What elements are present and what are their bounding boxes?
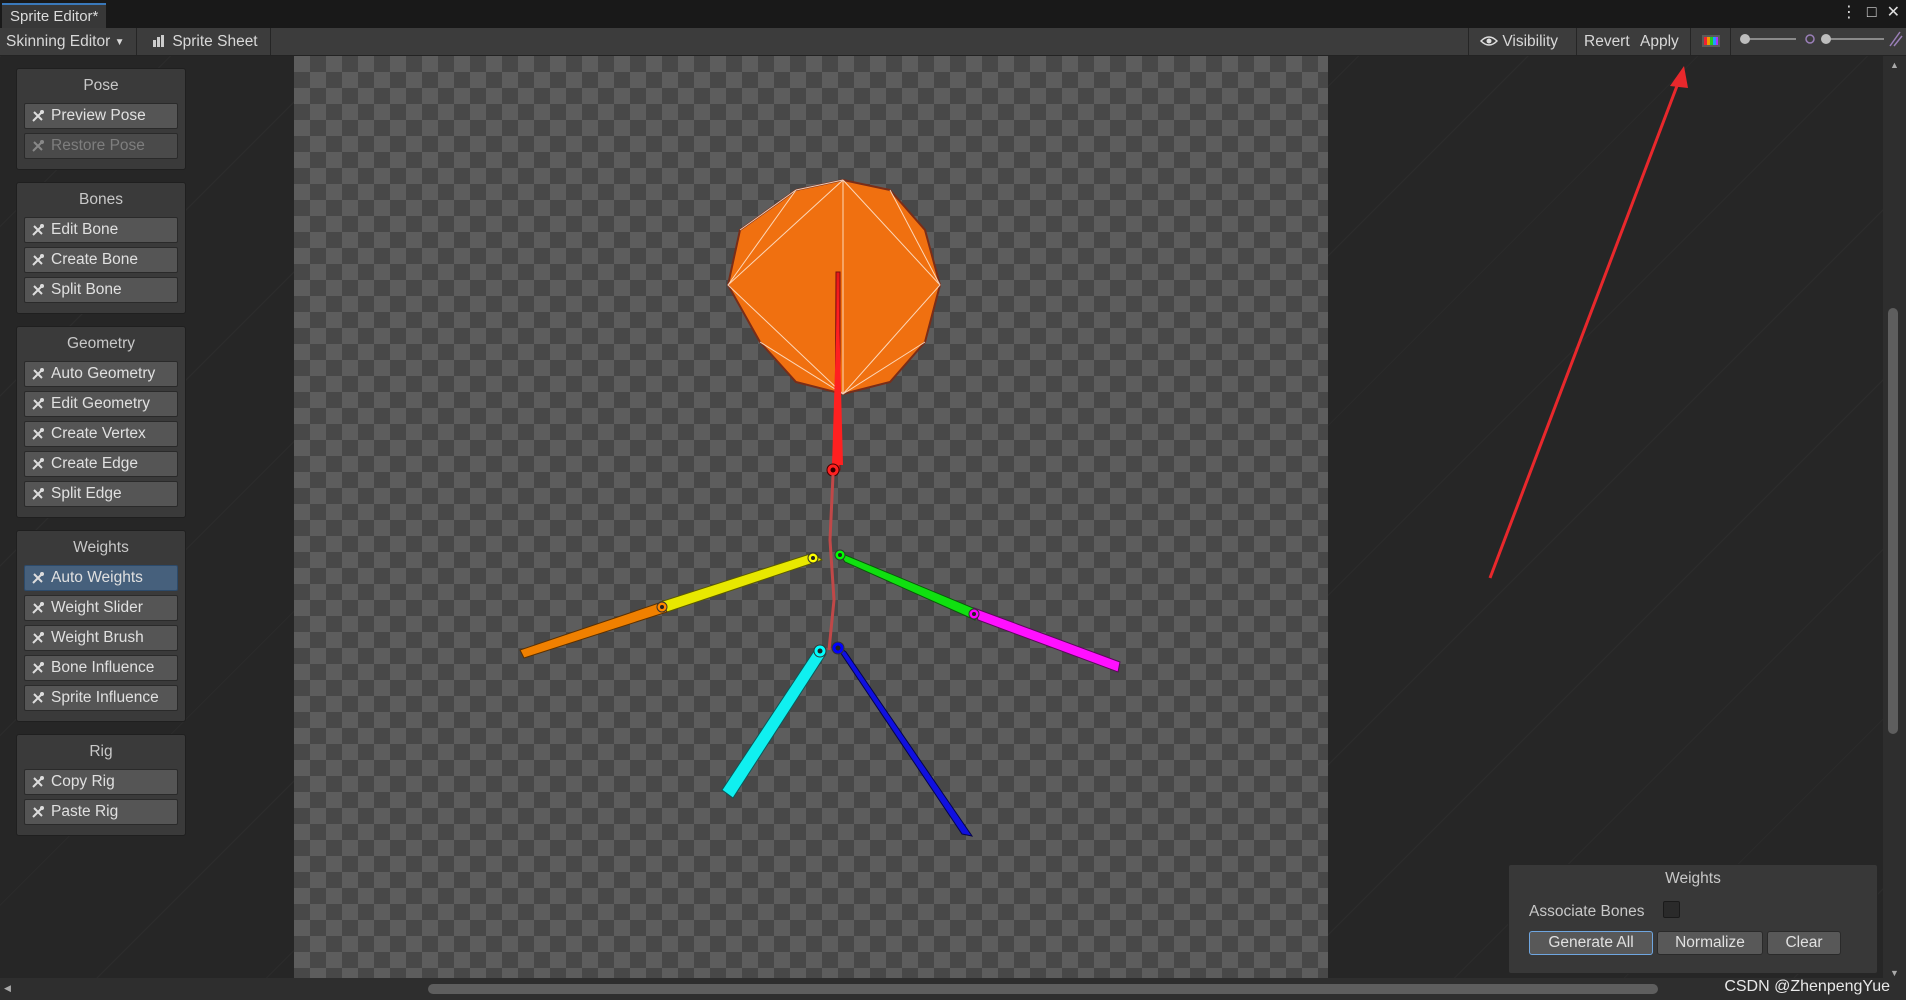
- auto-weights-icon: [32, 572, 44, 584]
- bone-right-upper-arm[interactable]: [834, 549, 979, 621]
- panel-title: Bones: [79, 191, 123, 208]
- button-label: Restore Pose: [51, 137, 145, 154]
- panel-geometry: Geometry Auto Geometry Edit Geometry Create…: [16, 326, 186, 518]
- sprite-influence-icon: [32, 692, 44, 704]
- create-vertex-button[interactable]: Create Vertex: [24, 421, 178, 447]
- bone-left-upper-arm[interactable]: [659, 552, 824, 613]
- clear-button[interactable]: Clear: [1767, 931, 1841, 955]
- edit-geometry-icon: [32, 398, 44, 410]
- button-label: Copy Rig: [51, 773, 115, 790]
- button-label: Create Bone: [51, 251, 139, 268]
- restore-pose-button[interactable]: Restore Pose: [24, 133, 178, 159]
- button-label: Create Vertex: [51, 425, 146, 442]
- auto-weights-button[interactable]: Auto Weights: [24, 565, 178, 591]
- weight-slider-button[interactable]: Weight Slider: [24, 595, 178, 621]
- paste-rig-button[interactable]: Paste Rig: [24, 799, 178, 825]
- create-edge-button[interactable]: Create Edge: [24, 451, 178, 477]
- panel-rig: Rig Copy Rig Paste Rig: [16, 734, 186, 836]
- associate-bones-checkbox[interactable]: [1663, 901, 1680, 918]
- horizontal-scrollbar[interactable]: ◀: [0, 978, 1906, 1000]
- sprite-influence-button[interactable]: Sprite Influence: [24, 685, 178, 711]
- split-bone-icon: [32, 284, 44, 296]
- button-label: Edit Bone: [51, 221, 119, 238]
- associate-bones-label: Associate Bones: [1529, 903, 1645, 920]
- restore-pose-icon: [32, 140, 44, 152]
- auto-geometry-button[interactable]: Auto Geometry: [24, 361, 178, 387]
- preview-pose-button[interactable]: Preview Pose: [24, 103, 178, 129]
- button-label: Edit Geometry: [51, 395, 151, 412]
- paste-rig-icon: [32, 806, 44, 818]
- scroll-left-icon[interactable]: ◀: [4, 983, 11, 994]
- bone-left-forearm[interactable]: [519, 601, 668, 659]
- scroll-up-icon[interactable]: ▲: [1890, 60, 1899, 70]
- button-label: Sprite Influence: [51, 689, 159, 706]
- button-label: Bone Influence: [51, 659, 155, 676]
- button-label: Weight Brush: [51, 629, 144, 646]
- annotation-arrow: [1488, 66, 1688, 579]
- generate-all-button[interactable]: Generate All: [1529, 931, 1653, 955]
- vertical-scroll-thumb[interactable]: [1888, 308, 1898, 734]
- button-label: Weight Slider: [51, 599, 143, 616]
- create-edge-icon: [32, 458, 44, 470]
- create-bone-button[interactable]: Create Bone: [24, 247, 178, 273]
- panel-title: Geometry: [66, 335, 136, 352]
- button-label: Create Edge: [51, 455, 139, 472]
- weights-panel-title: Weights: [1665, 870, 1721, 887]
- bone-right-leg[interactable]: [831, 641, 974, 837]
- watermark: CSDN @ZhenpengYue: [1724, 978, 1890, 995]
- scroll-down-icon[interactable]: ▼: [1890, 968, 1899, 978]
- button-label: Split Edge: [51, 485, 122, 502]
- edit-bone-button[interactable]: Edit Bone: [24, 217, 178, 243]
- create-vertex-icon: [32, 428, 44, 440]
- button-label: Preview Pose: [51, 107, 146, 124]
- pose-icon: [32, 110, 44, 122]
- copy-rig-icon: [32, 776, 44, 788]
- split-bone-button[interactable]: Split Bone: [24, 277, 178, 303]
- horizontal-scroll-thumb[interactable]: [428, 984, 1658, 994]
- panel-pose: Pose Preview Pose Restore Pose: [16, 68, 186, 170]
- panel-title: Weights: [73, 539, 129, 556]
- panel-bones: Bones Edit Bone Create Bone Split Bone: [16, 182, 186, 314]
- panel-title: Rig: [89, 743, 113, 760]
- panel-weights: Weights Auto Weights Weight Slider Weight B…: [16, 530, 186, 722]
- split-edge-icon: [32, 488, 44, 500]
- weights-panel: Weights Associate Bones Generate All Nor…: [1508, 864, 1878, 974]
- button-label: Paste Rig: [51, 803, 119, 820]
- bone-right-forearm[interactable]: [968, 607, 1121, 673]
- auto-geometry-icon: [32, 368, 44, 380]
- panel-title: Pose: [83, 77, 119, 94]
- vertical-scrollbar[interactable]: ▲ ▼: [1883, 56, 1906, 982]
- weight-brush-button[interactable]: Weight Brush: [24, 625, 178, 651]
- bone-influence-icon: [32, 662, 44, 674]
- weight-slider-icon: [32, 602, 44, 614]
- button-label: Split Bone: [51, 281, 122, 298]
- edit-geometry-button[interactable]: Edit Geometry: [24, 391, 178, 417]
- split-edge-button[interactable]: Split Edge: [24, 481, 178, 507]
- bone-influence-button[interactable]: Bone Influence: [24, 655, 178, 681]
- weight-brush-icon: [32, 632, 44, 644]
- sprite-head: [726, 178, 942, 396]
- button-label: Auto Weights: [51, 569, 143, 586]
- copy-rig-button[interactable]: Copy Rig: [24, 769, 178, 795]
- normalize-button[interactable]: Normalize: [1657, 931, 1763, 955]
- button-label: Auto Geometry: [51, 365, 156, 382]
- bone-left-leg[interactable]: [721, 644, 827, 799]
- sprite-rig-overlay: [519, 66, 1688, 837]
- edit-bone-icon: [32, 224, 44, 236]
- create-bone-icon: [32, 254, 44, 266]
